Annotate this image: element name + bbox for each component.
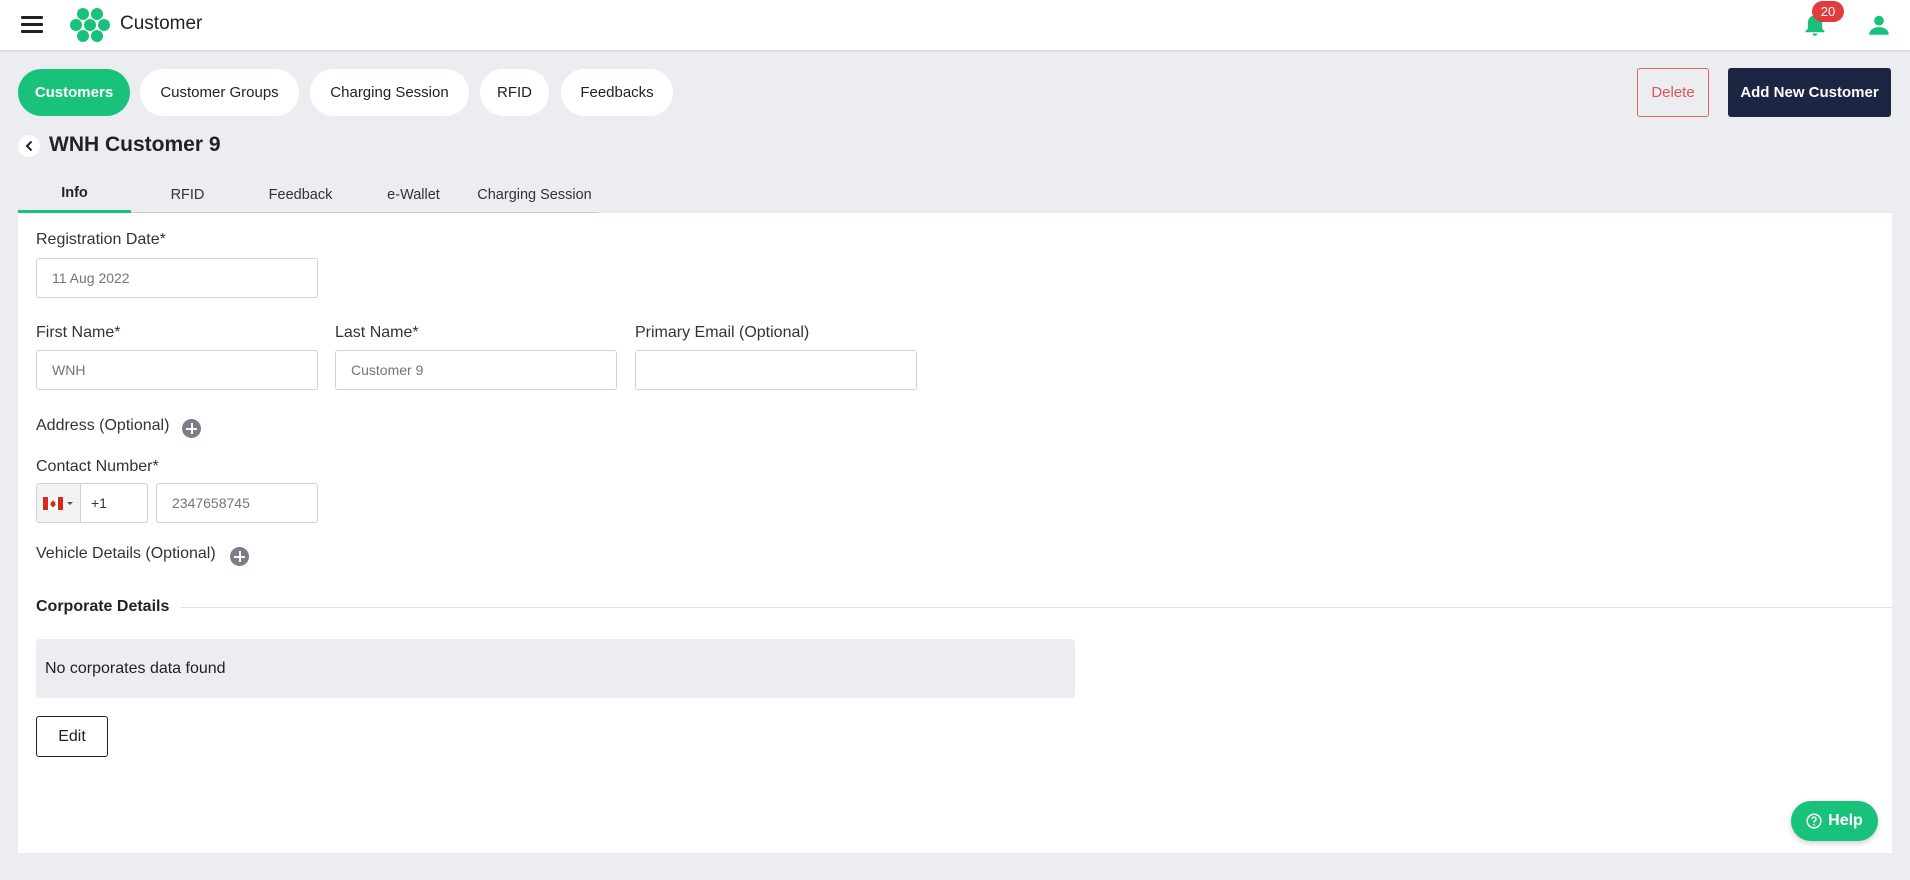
section-divider bbox=[181, 607, 1892, 608]
registration-date-input[interactable] bbox=[36, 258, 318, 298]
app-title: Customer bbox=[120, 13, 203, 34]
primary-email-label: Primary Email (Optional) bbox=[635, 324, 810, 341]
phone-number-input[interactable] bbox=[156, 483, 318, 523]
sub-tab-bar: Info RFID Feedback e-Wallet Charging Ses… bbox=[18, 176, 599, 213]
edit-button[interactable]: Edit bbox=[36, 716, 108, 757]
subtab-e-wallet[interactable]: e-Wallet bbox=[357, 176, 470, 213]
menu-icon[interactable] bbox=[21, 16, 43, 34]
delete-button[interactable]: Delete bbox=[1637, 68, 1709, 117]
last-name-label: Last Name* bbox=[335, 324, 419, 341]
chevron-left-icon bbox=[25, 140, 33, 152]
back-button[interactable] bbox=[18, 135, 40, 157]
notification-badge: 20 bbox=[1812, 1, 1844, 22]
subtab-charging-session[interactable]: Charging Session bbox=[470, 176, 599, 213]
registration-date-label: Registration Date* bbox=[36, 231, 166, 248]
tab-charging-session[interactable]: Charging Session bbox=[310, 69, 469, 116]
tab-rfid[interactable]: RFID bbox=[480, 69, 549, 116]
last-name-input[interactable] bbox=[335, 350, 617, 390]
subtab-info[interactable]: Info bbox=[18, 176, 131, 213]
info-card: Registration Date* First Name* Last Name… bbox=[18, 213, 1892, 853]
address-label: Address (Optional) bbox=[36, 417, 170, 434]
country-code-selector[interactable]: +1 bbox=[36, 483, 148, 523]
top-bar: Customer 20 bbox=[0, 0, 1910, 50]
country-dropdown[interactable] bbox=[37, 484, 81, 522]
tab-feedbacks[interactable]: Feedbacks bbox=[561, 69, 673, 116]
primary-email-input[interactable] bbox=[635, 350, 917, 390]
add-new-customer-button[interactable]: Add New Customer bbox=[1728, 68, 1891, 117]
first-name-label: First Name* bbox=[36, 324, 121, 341]
tab-customers[interactable]: Customers bbox=[18, 69, 130, 116]
vehicle-details-label: Vehicle Details (Optional) bbox=[36, 545, 216, 562]
help-label: Help bbox=[1828, 812, 1863, 829]
logo-icon bbox=[70, 8, 110, 42]
corporate-details-title: Corporate Details bbox=[36, 598, 170, 615]
user-icon[interactable] bbox=[1866, 12, 1892, 38]
add-address-icon[interactable] bbox=[182, 419, 201, 438]
dial-code: +1 bbox=[91, 495, 107, 511]
caret-down-icon bbox=[67, 501, 73, 505]
tab-customer-groups[interactable]: Customer Groups bbox=[140, 69, 299, 116]
contact-number-label: Contact Number* bbox=[36, 458, 159, 475]
canada-flag-icon bbox=[43, 496, 63, 510]
subtab-feedback[interactable]: Feedback bbox=[244, 176, 357, 213]
add-vehicle-icon[interactable] bbox=[230, 547, 249, 566]
corporates-empty-message: No corporates data found bbox=[36, 639, 1075, 698]
page-title: WNH Customer 9 bbox=[49, 133, 221, 156]
help-button[interactable]: Help bbox=[1791, 801, 1878, 841]
first-name-input[interactable] bbox=[36, 350, 318, 390]
subtab-rfid[interactable]: RFID bbox=[131, 176, 244, 213]
question-circle-icon bbox=[1806, 813, 1822, 829]
